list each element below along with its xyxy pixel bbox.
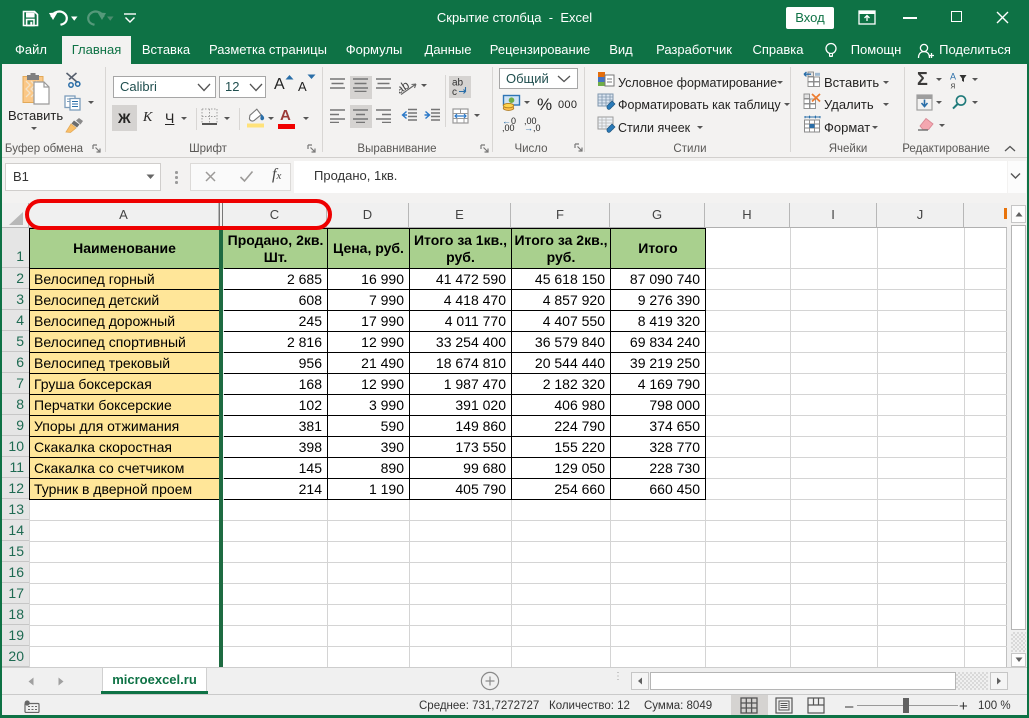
- svg-text:c: c: [452, 87, 457, 96]
- svg-text:я: я: [951, 81, 956, 90]
